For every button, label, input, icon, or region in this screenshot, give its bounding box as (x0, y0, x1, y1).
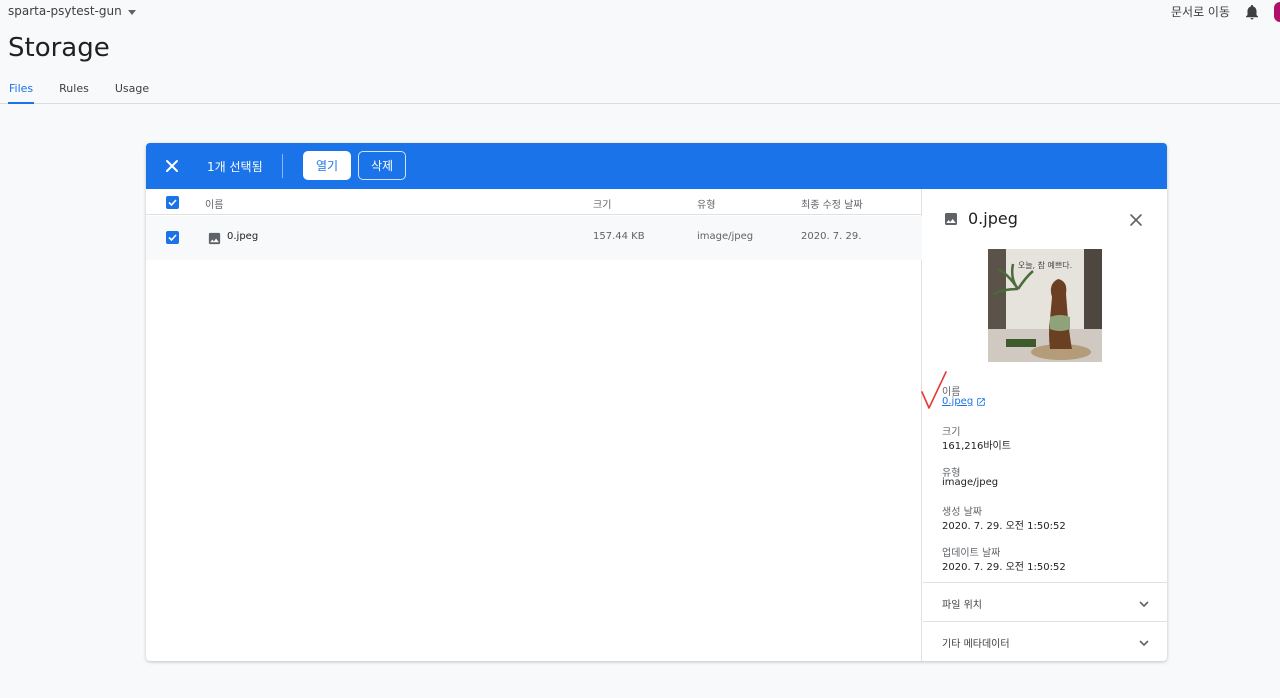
meta-size-label: 크기 (942, 427, 961, 438)
tab-usage[interactable]: Usage (114, 80, 150, 104)
other-metadata-label: 기타 메타데이터 (942, 639, 1010, 650)
image-thumbnail[interactable]: 오늘, 참 예쁘다. (988, 249, 1102, 362)
table-row[interactable]: 0.jpeg 157.44 KB image/jpeg 2020. 7. 29. (146, 216, 922, 260)
storage-browser: 1개 선택됨 열기 삭제 이름 크기 유형 최종 수정 날짜 0.jpeg 15… (146, 143, 1167, 661)
select-all-checkbox[interactable] (166, 196, 179, 209)
close-icon[interactable] (1129, 213, 1143, 227)
meta-updated-value: 2020. 7. 29. 오전 1:50:52 (942, 562, 1066, 573)
meta-updated-label: 업데이트 날짜 (942, 548, 1001, 559)
delete-button[interactable]: 삭제 (358, 151, 406, 180)
file-detail-panel: 0.jpeg 오늘, 참 예쁘다. 이름 0.jpeg 크기 161,216바이… (923, 189, 1167, 661)
console-header: sparta-psytest-gun 문서로 이동 Storage Files … (0, 0, 1280, 104)
page-title: Storage (8, 33, 110, 63)
image-file-icon (208, 232, 221, 245)
column-name[interactable]: 이름 (205, 196, 223, 211)
column-type[interactable]: 유형 (697, 196, 715, 211)
chevron-down-icon (1139, 601, 1149, 608)
selection-bar: 1개 선택됨 열기 삭제 (146, 143, 1167, 189)
chevron-down-icon (1139, 640, 1149, 647)
bell-icon[interactable] (1243, 3, 1261, 21)
meta-created-value: 2020. 7. 29. 오전 1:50:52 (942, 521, 1066, 532)
file-table: 이름 크기 유형 최종 수정 날짜 0.jpeg 157.44 KB image… (146, 189, 922, 661)
selection-count: 1개 선택됨 (207, 160, 263, 174)
file-name[interactable]: 0.jpeg (227, 231, 258, 242)
file-size: 157.44 KB (593, 231, 645, 242)
meta-size-value: 161,216바이트 (942, 441, 1011, 452)
docs-link[interactable]: 문서로 이동 (1171, 3, 1230, 20)
file-type: image/jpeg (697, 231, 754, 242)
image-file-icon (945, 213, 957, 225)
column-size[interactable]: 크기 (593, 196, 611, 211)
avatar[interactable] (1274, 2, 1280, 22)
file-modified: 2020. 7. 29. (801, 231, 862, 242)
tab-rules[interactable]: Rules (58, 80, 90, 104)
annotation-check-mark (921, 371, 947, 409)
column-modified[interactable]: 최종 수정 날짜 (801, 196, 863, 211)
file-location-expander[interactable]: 파일 위치 (923, 582, 1167, 621)
thumbnail-caption: 오늘, 참 예쁘다. (1018, 260, 1072, 270)
tab-bar: Files Rules Usage (8, 80, 174, 104)
caret-down-icon (127, 9, 136, 15)
table-header: 이름 크기 유형 최종 수정 날짜 (146, 189, 922, 215)
row-checkbox[interactable] (166, 231, 179, 244)
file-location-label: 파일 위치 (942, 600, 982, 611)
meta-created-label: 생성 날짜 (942, 507, 982, 518)
close-icon[interactable] (164, 158, 180, 174)
project-name: sparta-psytest-gun (8, 4, 122, 18)
divider (282, 154, 283, 178)
meta-type-value: image/jpeg (942, 477, 999, 488)
open-button[interactable]: 열기 (303, 151, 351, 180)
open-in-new-icon (977, 397, 985, 406)
other-metadata-expander[interactable]: 기타 메타데이터 (923, 621, 1167, 660)
tab-files[interactable]: Files (8, 80, 35, 104)
detail-title: 0.jpeg (968, 209, 1018, 228)
project-selector[interactable]: sparta-psytest-gun (8, 4, 136, 18)
